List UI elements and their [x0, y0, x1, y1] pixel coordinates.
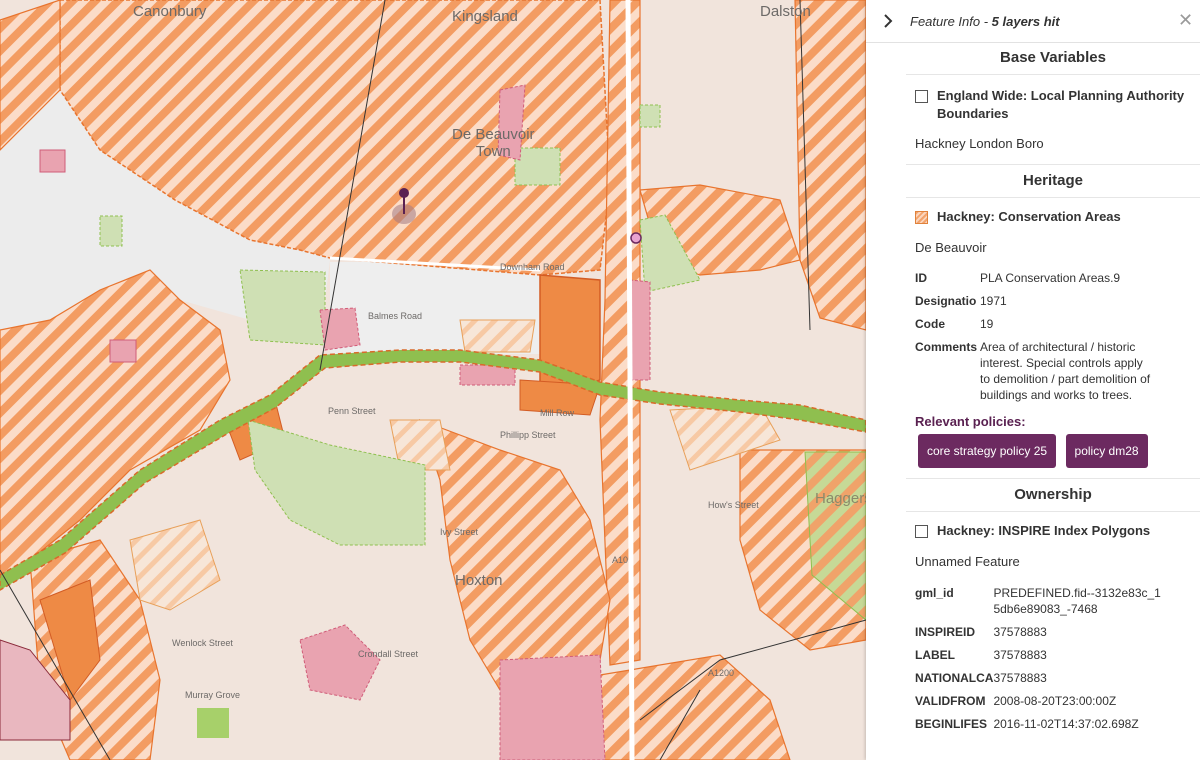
panel-title: Feature Info - 5 layers hit — [910, 14, 1060, 29]
layer-name: Hackney: Conservation Areas — [937, 209, 1121, 224]
street-label-downham-road: Downham Road — [500, 262, 565, 272]
attribute-row: INSPIREID 37578883 — [915, 625, 1047, 639]
section-heading-base-variables: Base Variables — [906, 42, 1200, 75]
attribute-row: gml_id PREDEFINED.fid--3132e83c_15db6e890… — [915, 586, 1161, 616]
attribute-row: ID PLA Conservation Areas.9 — [915, 271, 1121, 285]
layer-row-lpa-boundaries[interactable]: England Wide: Local Planning Authority B… — [906, 87, 1200, 123]
panel-body[interactable]: Base Variables England Wide: Local Plann… — [906, 42, 1200, 760]
attribute-table-ownership: gml_id PREDEFINED.fid--3132e83c_15db6e890… — [915, 585, 1163, 739]
layer-name: Hackney: INSPIRE Index Polygons — [937, 523, 1151, 538]
road-label-a10: A10 — [612, 555, 629, 565]
layer-checkbox[interactable] — [915, 525, 928, 538]
place-label-canonbury: Canonbury — [133, 3, 207, 20]
feature-name: De Beauvoir — [915, 240, 987, 255]
street-label-crondall-street: Crondall Street — [358, 649, 419, 659]
layer-checkbox[interactable] — [915, 90, 928, 103]
street-label-wenlock-street: Wenlock Street — [172, 638, 233, 648]
panel-header: Feature Info - 5 layers hit ✕ — [866, 0, 1200, 43]
street-label-penn-street: Penn Street — [328, 406, 376, 416]
relevant-policies-label: Relevant policies: — [915, 414, 1026, 429]
street-label-ivy-street: Ivy Street — [440, 527, 479, 537]
section-heading-ownership: Ownership — [906, 478, 1200, 512]
street-label-phillipp-street: Phillipp Street — [500, 430, 556, 440]
place-label-kingsland: Kingsland — [452, 8, 518, 25]
feature-info-panel: Feature Info - 5 layers hit ✕ Base Varia… — [866, 0, 1200, 760]
street-label-hows-street: How's Street — [708, 500, 759, 510]
feature-name: Hackney London Boro — [915, 136, 1044, 151]
attribute-table-heritage: ID PLA Conservation Areas.9 Designatio 197… — [915, 270, 1155, 410]
place-label-hoxton: Hoxton — [455, 572, 503, 589]
place-label-de-beauvoir-town: De Beauvoir Town — [452, 126, 535, 160]
attribute-row: Code 19 — [915, 317, 994, 331]
street-label-balmes-road: Balmes Road — [368, 311, 423, 321]
policy-button-dm28[interactable]: policy dm28 — [1065, 434, 1148, 468]
close-icon[interactable]: ✕ — [1178, 10, 1193, 30]
policy-buttons: core strategy policy 25 policy dm28 — [906, 434, 1200, 468]
section-heading-heritage: Heritage — [906, 164, 1200, 198]
street-label-mill-row: Mill Row — [540, 408, 575, 418]
layer-row-inspire-index[interactable]: Hackney: INSPIRE Index Polygons — [906, 522, 1200, 540]
layer-row-conservation-areas[interactable]: Hackney: Conservation Areas — [906, 208, 1200, 226]
road-label-a1200: A1200 — [708, 668, 735, 678]
feature-name: Unnamed Feature — [915, 554, 1020, 569]
attribute-row: Designatio 1971 — [915, 294, 1007, 308]
street-label-murray-grove: Murray Grove — [185, 690, 241, 700]
layer-swatch[interactable] — [915, 211, 928, 224]
chevron-right-icon[interactable] — [878, 11, 898, 31]
policy-button-core-strategy-25[interactable]: core strategy policy 25 — [918, 434, 1057, 468]
place-label-dalston: Dalston — [760, 3, 811, 20]
attribute-row: Comments Area of architectural / historic… — [915, 340, 1151, 402]
attribute-row: VALIDFROM 2008-08-20T23:00:00Z — [915, 694, 1117, 708]
layer-name: England Wide: Local Planning Authority B… — [937, 88, 1185, 121]
attribute-row: LABEL 37578883 — [915, 648, 1047, 662]
attribute-row: NATIONALCA 37578883 — [915, 671, 1047, 685]
attribute-row: BEGINLIFES 2016-11-02T14:37:02.698Z — [915, 717, 1139, 731]
